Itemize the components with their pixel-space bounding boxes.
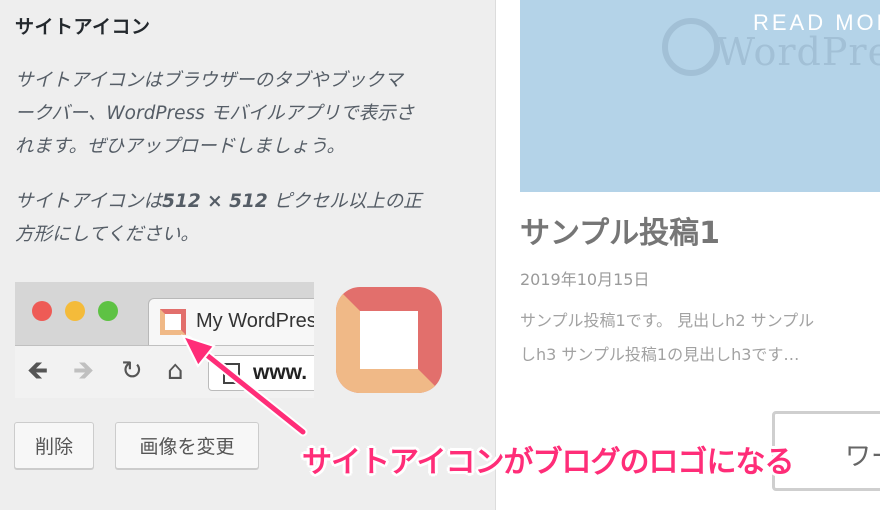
address-text: www. xyxy=(253,361,308,384)
window-close-dot xyxy=(32,301,52,321)
remove-button[interactable]: 削除 xyxy=(14,422,94,469)
site-icon-image xyxy=(336,287,442,393)
excerpt-line: しh3 サンプル投稿1の見出しh3です… xyxy=(520,345,800,364)
post-featured-image[interactable]: WordPress READ MORE xyxy=(520,0,880,192)
customizer-panel: サイトアイコン サイトアイコンはブラウザーのタブやブックマ ークバー、WordP… xyxy=(0,0,496,510)
back-arrow-icon: 🡸 xyxy=(27,356,49,386)
size-note-line2: 方形にしてください。 xyxy=(15,224,199,245)
browser-tab-preview: My WordPress 🡸 🡺 ↻ ⌂ www. xyxy=(15,282,314,398)
read-more-link[interactable]: READ MORE xyxy=(753,10,880,36)
post-excerpt: サンプル投稿1です。 見出しh2 サンプル しh3 サンプル投稿1の見出しh3で… xyxy=(520,304,880,372)
search-text: ワー xyxy=(845,442,880,472)
tab-title: My WordPress xyxy=(196,310,314,332)
change-image-button[interactable]: 画像を変更 xyxy=(115,422,259,469)
site-icon-description: サイトアイコンはブラウザーのタブやブックマ ークバー、WordPress モバイ… xyxy=(15,64,483,163)
browser-tab: My WordPress xyxy=(148,298,314,346)
page-icon xyxy=(223,363,240,384)
reload-icon: ↻ xyxy=(121,356,143,386)
wordpress-watermark: WordPress xyxy=(716,30,880,74)
browser-toolbar: 🡸 🡺 ↻ ⌂ www. xyxy=(15,345,314,398)
size-note-dimensions: 512 × 512 xyxy=(162,191,268,212)
address-bar: www. xyxy=(208,355,314,391)
excerpt-line: サンプル投稿1です。 見出しh2 サンプル xyxy=(520,311,815,330)
post-date: 2019年10月15日 xyxy=(520,270,650,289)
size-note: サイトアイコンは512 × 512 ピクセル以上の正 方形にしてください。 xyxy=(15,185,483,251)
window-maximize-dot xyxy=(98,301,118,321)
forward-arrow-icon: 🡺 xyxy=(73,356,95,386)
description-line: れます。ぜひアップロードしましょう。 xyxy=(15,136,346,157)
section-title: サイトアイコン xyxy=(15,16,151,38)
size-note-suffix: ピクセル以上の正 xyxy=(267,191,422,212)
favicon-icon xyxy=(160,309,186,335)
wordpress-logo-icon xyxy=(662,18,720,76)
description-line: ークバー、WordPress モバイルアプリで表示さ xyxy=(15,103,415,124)
home-icon: ⌂ xyxy=(167,356,184,386)
post-title[interactable]: サンプル投稿1 xyxy=(520,208,720,252)
window-minimize-dot xyxy=(65,301,85,321)
description-line: サイトアイコンはブラウザーのタブやブックマ xyxy=(15,70,403,91)
size-note-prefix: サイトアイコンは xyxy=(15,191,163,212)
annotation-label: サイトアイコンがブログのロゴになる xyxy=(302,445,794,480)
